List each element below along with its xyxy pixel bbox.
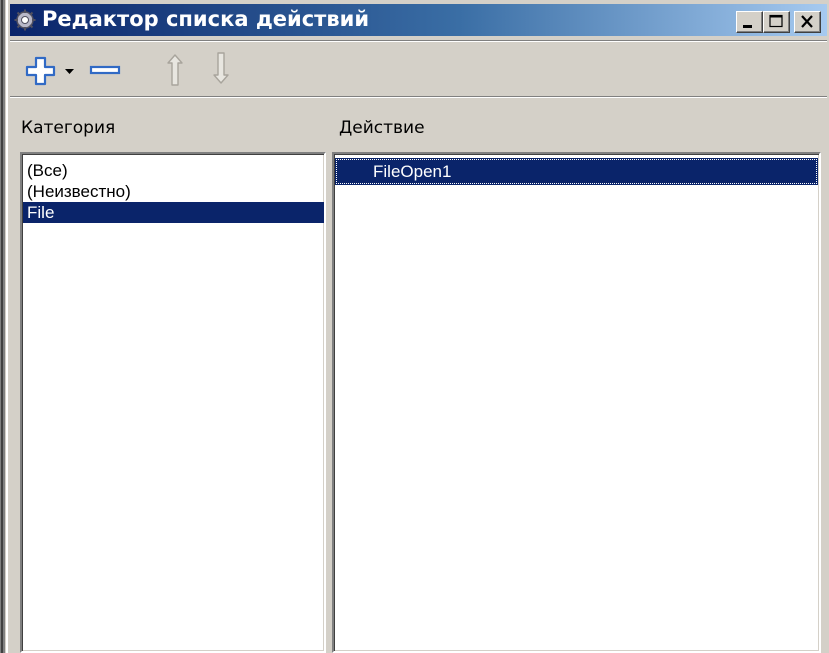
app-gear-icon bbox=[14, 9, 36, 31]
add-action-button[interactable] bbox=[24, 49, 58, 89]
maximize-button[interactable] bbox=[763, 11, 790, 33]
title-bar[interactable]: Редактор списка действий bbox=[10, 4, 827, 36]
add-dropdown-button[interactable] bbox=[60, 49, 80, 89]
category-list[interactable]: (Все) (Неизвестно) File bbox=[20, 152, 326, 653]
minus-icon bbox=[89, 65, 121, 75]
move-up-button[interactable] bbox=[162, 49, 188, 89]
delete-action-button[interactable] bbox=[88, 49, 122, 89]
close-button[interactable] bbox=[794, 11, 821, 33]
close-icon bbox=[801, 15, 813, 28]
action-item-fileopen1[interactable]: FileOpen1 bbox=[335, 158, 818, 185]
action-list-editor-window: Редактор списка действий Категория Дейст… bbox=[6, 0, 829, 653]
category-label: Категория bbox=[21, 118, 116, 138]
desktop-edge bbox=[0, 0, 5, 653]
category-item-file[interactable]: File bbox=[23, 202, 324, 223]
arrow-down-icon bbox=[213, 52, 229, 84]
action-list[interactable]: FileOpen1 bbox=[332, 152, 821, 653]
category-item-all[interactable]: (Все) bbox=[23, 160, 324, 181]
window-title: Редактор списка действий bbox=[42, 7, 370, 31]
maximize-icon bbox=[769, 14, 783, 28]
plus-icon bbox=[25, 56, 56, 86]
arrow-up-icon bbox=[167, 54, 183, 86]
triangle-down-icon bbox=[65, 69, 74, 74]
minimize-button[interactable] bbox=[736, 11, 763, 33]
minimize-icon bbox=[743, 25, 752, 28]
category-item-unknown[interactable]: (Неизвестно) bbox=[23, 181, 324, 202]
action-label: Действие bbox=[339, 118, 425, 138]
move-down-button[interactable] bbox=[208, 49, 234, 89]
toolbar bbox=[10, 40, 827, 97]
